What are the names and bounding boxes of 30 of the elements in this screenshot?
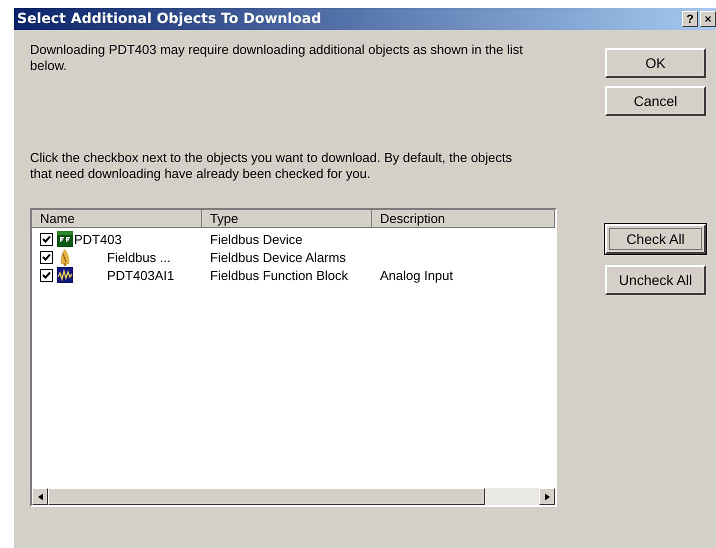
right-arrow-icon <box>544 492 550 500</box>
column-header[interactable]: Description <box>372 210 555 228</box>
scroll-right-button[interactable] <box>539 488 555 505</box>
ok-button[interactable]: OK <box>605 48 706 78</box>
horizontal-scrollbar[interactable] <box>32 488 555 505</box>
checkbox[interactable] <box>40 250 53 264</box>
waveform-icon <box>57 267 73 283</box>
help-button[interactable]: ? <box>682 11 698 27</box>
scroll-left-button[interactable] <box>32 488 48 505</box>
type-cell: Fieldbus Device Alarms <box>210 250 346 264</box>
name-cell: PDT403AI1 <box>107 268 174 282</box>
device-icon <box>57 231 73 247</box>
checkbox[interactable] <box>40 232 53 246</box>
type-cell: Fieldbus Device <box>210 232 302 246</box>
close-button[interactable]: × <box>700 11 716 27</box>
name-cell: Fieldbus ... <box>107 250 171 264</box>
column-header[interactable]: Type <box>202 210 372 228</box>
uncheck-all-button[interactable]: Uncheck All <box>605 265 706 295</box>
checkbox[interactable] <box>40 268 53 282</box>
window-title: Select Additional Objects To Download <box>17 11 322 27</box>
type-cell: Fieldbus Function Block <box>210 268 348 282</box>
scroll-thumb[interactable] <box>48 488 485 505</box>
check-all-button[interactable]: Check All <box>605 224 706 254</box>
instructions-text: Click the checkbox next to the objects you want to download. By default, the objects that need downloading have already been checked for you. <box>30 150 514 182</box>
cancel-button[interactable]: Cancel <box>605 86 706 116</box>
left-arrow-icon <box>38 492 42 500</box>
description-cell: Analog Input <box>380 268 454 282</box>
column-header[interactable]: Name <box>32 210 202 228</box>
intro-text: Downloading PDT403 may require downloading additional objects as shown in the list below. <box>30 42 524 75</box>
name-cell: PDT403 <box>74 232 122 246</box>
